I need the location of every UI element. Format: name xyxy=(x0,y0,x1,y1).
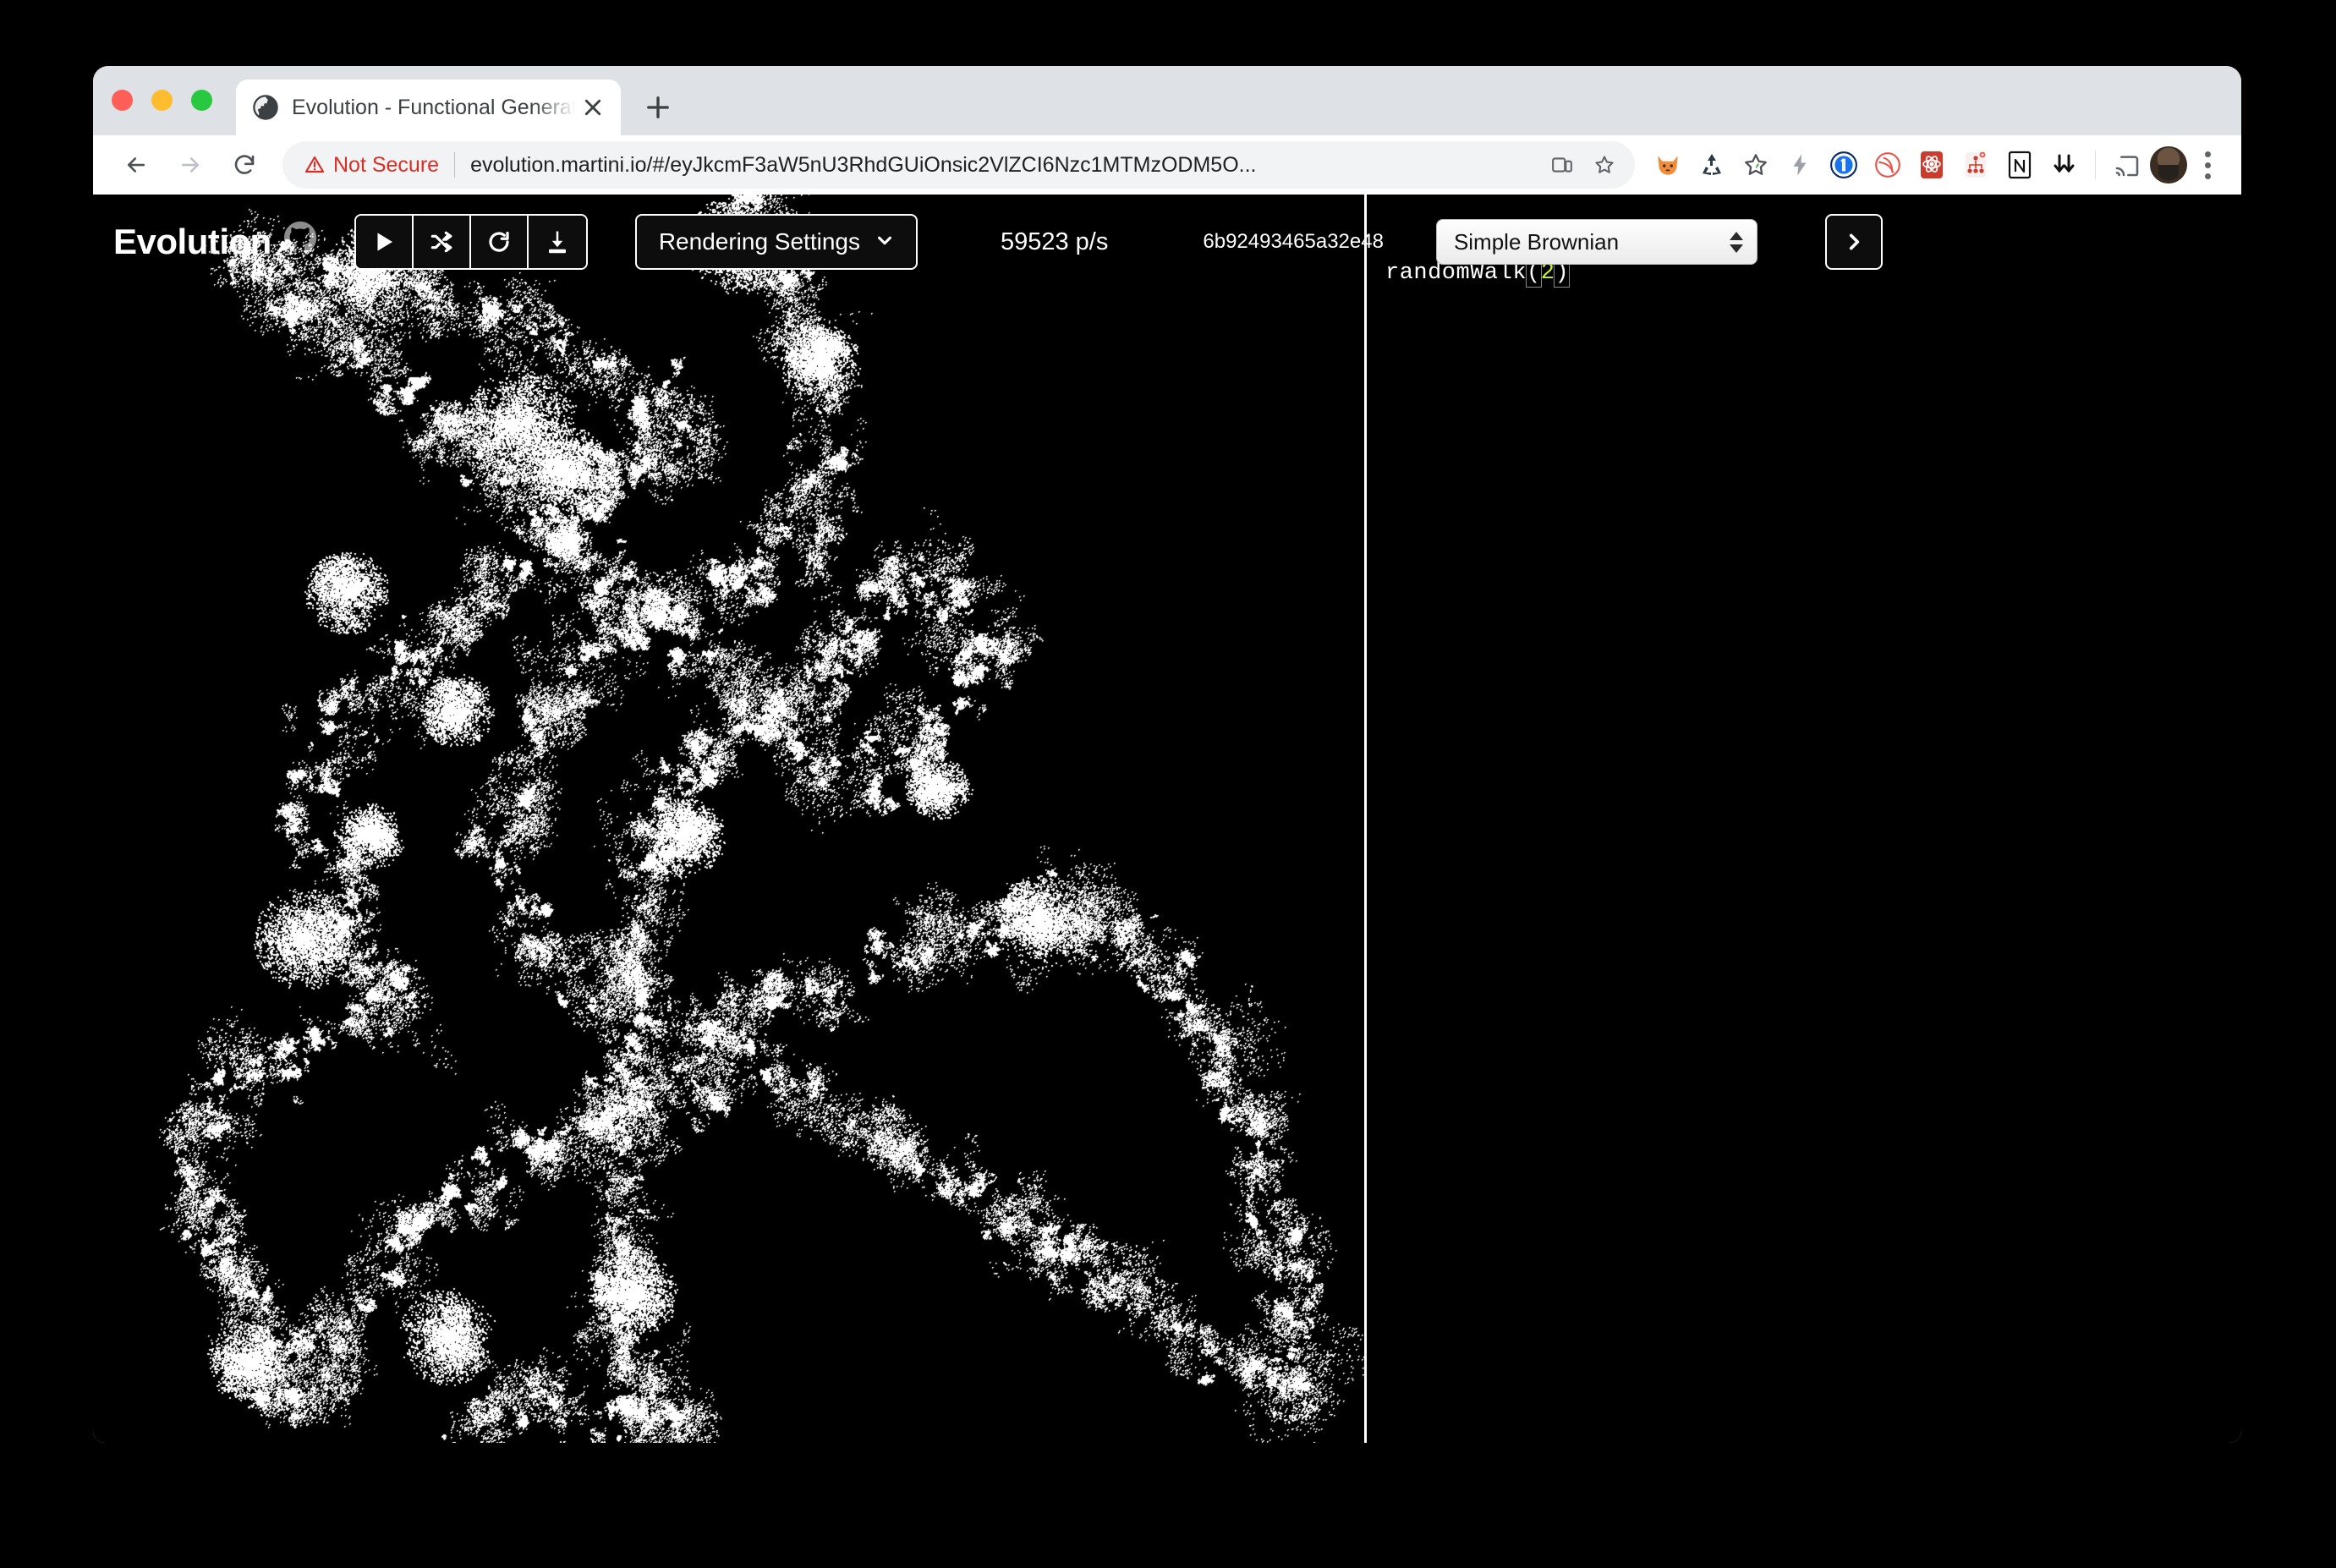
traffic-lights xyxy=(112,66,212,135)
blocker-extension-icon[interactable] xyxy=(1867,144,1909,186)
extensions-bar xyxy=(1647,144,2226,186)
play-button[interactable] xyxy=(356,216,414,268)
playback-controls xyxy=(354,214,588,270)
browser-tab[interactable]: Evolution - Functional Generative xyxy=(236,79,621,135)
science-extension-icon[interactable] xyxy=(1911,144,1953,186)
page-title: Evolution xyxy=(113,221,317,263)
security-status[interactable]: Not Secure xyxy=(304,153,439,178)
star-icon[interactable] xyxy=(1586,146,1623,184)
app-title-text: Evolution xyxy=(113,222,271,262)
window-close-button[interactable] xyxy=(112,90,133,111)
kebab-menu-icon[interactable] xyxy=(2189,144,2226,186)
onepassword-extension-icon[interactable] xyxy=(1823,144,1865,186)
sitemap-extension-icon[interactable] xyxy=(1955,144,1997,186)
fox-extension-icon[interactable] xyxy=(1647,144,1689,186)
address-bar[interactable]: Not Secure evolution.martini.io/#/eyJkcm… xyxy=(282,141,1635,189)
download-arrows-extension-icon[interactable] xyxy=(2043,144,2085,186)
window-maximize-button[interactable] xyxy=(191,90,212,111)
device-cast-icon[interactable] xyxy=(1544,146,1581,184)
lightning-extension-icon[interactable] xyxy=(1779,144,1821,186)
recycle-extension-icon[interactable] xyxy=(1691,144,1733,186)
new-tab-button[interactable] xyxy=(634,84,682,131)
code-editor-pane[interactable]: randomWalk(2) xyxy=(1364,195,2241,1443)
rendering-settings-button[interactable]: Rendering Settings xyxy=(635,214,918,270)
url-text: evolution.martini.io/#/eyJkcmF3aW5nU3Rhd… xyxy=(470,153,1538,178)
toolbar-divider xyxy=(2095,151,2096,179)
chevron-down-icon xyxy=(875,228,894,255)
rendering-settings-label: Rendering Settings xyxy=(659,228,860,255)
github-icon[interactable] xyxy=(283,221,317,263)
next-button[interactable] xyxy=(1825,214,1883,270)
security-label: Not Secure xyxy=(333,153,439,178)
tab-title: Evolution - Functional Generative xyxy=(292,96,579,120)
seed-hash: 6b92493465a32e48 xyxy=(1203,230,1384,254)
reload-icon[interactable] xyxy=(220,140,269,189)
updown-stepper-icon[interactable] xyxy=(1730,232,1743,253)
close-icon[interactable] xyxy=(579,93,607,122)
user-avatar[interactable] xyxy=(2150,146,2187,184)
particles-per-second: 59523 p/s xyxy=(1001,228,1108,256)
brownian-walk-canvas[interactable] xyxy=(93,195,1364,1443)
navigation-toolbar: Not Secure evolution.martini.io/#/eyJkcm… xyxy=(93,135,2241,195)
tab-strip: Evolution - Functional Generative xyxy=(93,66,2241,135)
app-viewport: randomWalk(2) Evolution xyxy=(93,195,2241,1443)
back-arrow-icon[interactable] xyxy=(112,140,161,189)
forward-arrow-icon[interactable] xyxy=(166,140,215,189)
browser-window: Evolution - Functional Generative xyxy=(93,66,2241,1443)
app-toolbar: Evolution xyxy=(93,195,2241,289)
reload-button[interactable] xyxy=(471,216,529,268)
window-minimize-button[interactable] xyxy=(151,90,173,111)
shuffle-button[interactable] xyxy=(414,216,471,268)
cast-icon[interactable] xyxy=(2106,144,2148,186)
notion-extension-icon[interactable] xyxy=(1999,144,2041,186)
preset-selected-label: Simple Brownian xyxy=(1454,229,1730,255)
omnibox-divider xyxy=(454,152,455,178)
leaf-star-extension-icon[interactable] xyxy=(1735,144,1777,186)
preset-select[interactable]: Simple Brownian xyxy=(1436,219,1757,265)
download-button[interactable] xyxy=(529,216,586,268)
globe-icon xyxy=(253,95,278,120)
warning-triangle-icon xyxy=(304,155,325,175)
